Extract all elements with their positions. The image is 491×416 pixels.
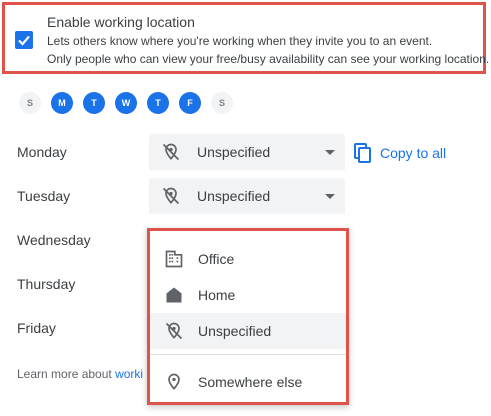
menu-item-unspecified-label: Unspecified	[198, 323, 272, 339]
tuesday-location-value: Unspecified	[197, 188, 271, 204]
weekday-toggle-wednesday[interactable]: W	[115, 92, 137, 114]
enable-working-location-checkbox[interactable]	[15, 31, 33, 49]
menu-item-office-label: Office	[198, 251, 235, 267]
home-icon	[166, 287, 182, 303]
weekday-toggle-sunday[interactable]: S	[19, 92, 41, 114]
copy-to-all-button[interactable]: Copy to all	[354, 140, 446, 166]
learn-more-link[interactable]: worki	[115, 367, 143, 381]
day-label-tuesday: Tuesday	[17, 188, 71, 204]
enable-working-location-label: Enable working location	[47, 14, 195, 30]
office-building-icon	[165, 250, 183, 268]
menu-item-unspecified[interactable]: Unspecified	[150, 313, 346, 349]
weekday-toggle-thursday[interactable]: T	[147, 92, 169, 114]
day-label-monday: Monday	[17, 144, 67, 160]
copy-to-all-label: Copy to all	[380, 145, 447, 161]
checkmark-icon	[18, 35, 30, 46]
copy-icon	[354, 143, 371, 163]
day-label-friday: Friday	[17, 320, 56, 336]
monday-location-value: Unspecified	[197, 144, 271, 160]
menu-item-home[interactable]: Home	[150, 277, 346, 313]
learn-more-text: Learn more about worki	[17, 367, 143, 381]
menu-item-somewhere-else[interactable]: Somewhere else	[150, 364, 346, 400]
location-off-icon	[162, 187, 180, 205]
chevron-down-icon	[325, 194, 335, 199]
location-pin-icon	[168, 373, 180, 390]
weekday-toggle-tuesday[interactable]: T	[83, 92, 105, 114]
menu-divider	[150, 354, 346, 355]
weekday-toggle-monday[interactable]: M	[51, 92, 73, 114]
weekday-toggle-saturday[interactable]: S	[211, 92, 233, 114]
menu-item-home-label: Home	[198, 287, 236, 303]
location-off-icon	[162, 143, 180, 161]
day-label-thursday: Thursday	[17, 276, 76, 292]
menu-item-somewhere-else-label: Somewhere else	[198, 374, 303, 390]
enable-description-line2: Only people who can view your free/busy …	[47, 52, 490, 66]
day-label-wednesday: Wednesday	[17, 232, 91, 248]
menu-item-office[interactable]: Office	[150, 241, 346, 277]
learn-more-prefix: Learn more about	[17, 367, 116, 381]
enable-description-line1: Lets others know where you're working wh…	[47, 34, 433, 48]
tuesday-location-select[interactable]: Unspecified	[149, 178, 345, 214]
monday-location-select[interactable]: Unspecified	[149, 134, 345, 170]
location-off-icon	[165, 322, 183, 340]
location-dropdown-menu: Office Home Unspecified Somewhere else	[147, 228, 349, 405]
weekday-toggle-friday[interactable]: F	[179, 92, 201, 114]
chevron-down-icon	[325, 150, 335, 155]
